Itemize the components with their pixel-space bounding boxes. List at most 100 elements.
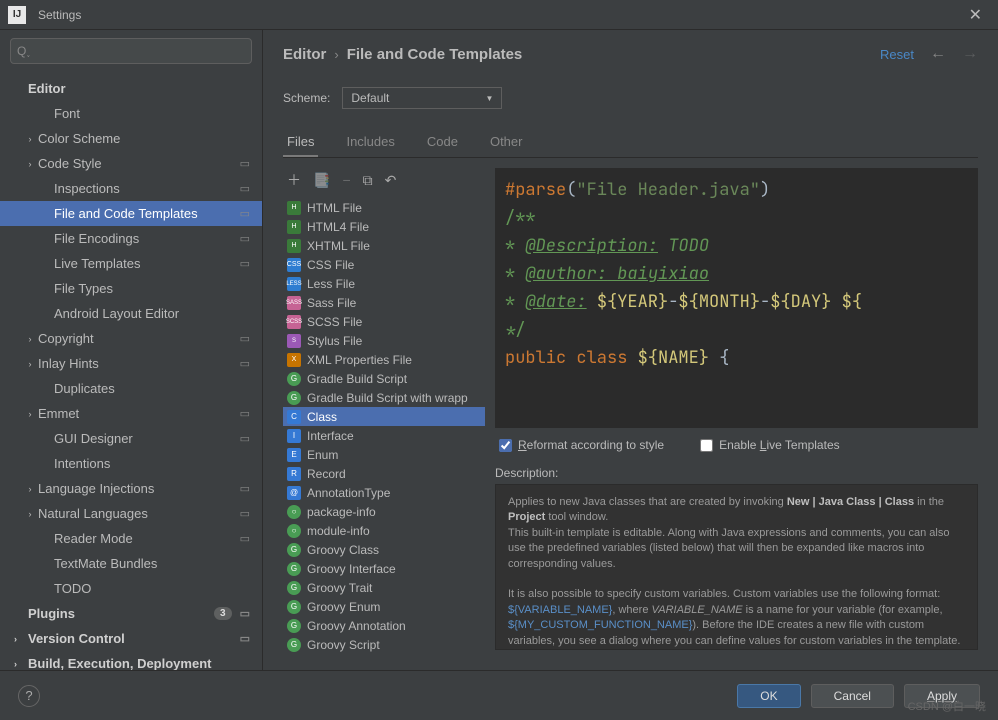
add-icon[interactable]: ＋ xyxy=(287,170,301,190)
template-list[interactable]: HHTML FileHHTML4 FileHXHTML FileCSSCSS F… xyxy=(283,198,485,670)
tree-item-natural-languages[interactable]: ›Natural Languages▭ xyxy=(0,501,262,526)
disk-icon: ▭ xyxy=(240,157,250,170)
watermark: CSDN @白一晓 xyxy=(908,698,986,714)
tree-header-build-execution-deployment[interactable]: ›Build, Execution, Deployment xyxy=(0,651,262,670)
file-type-icon: ○ xyxy=(287,524,301,538)
tree-item-duplicates[interactable]: Duplicates xyxy=(0,376,262,401)
breadcrumb-root[interactable]: Editor xyxy=(283,46,326,63)
tree-item-copyright[interactable]: ›Copyright▭ xyxy=(0,326,262,351)
tree-item-file-types[interactable]: File Types xyxy=(0,276,262,301)
file-groovy-trait[interactable]: GGroovy Trait xyxy=(283,578,485,597)
tab-code[interactable]: Code xyxy=(423,128,462,157)
disk-icon: ▭ xyxy=(240,232,250,245)
disk-icon: ▭ xyxy=(240,407,250,420)
tree-item-inspections[interactable]: Inspections▭ xyxy=(0,176,262,201)
file-type-icon: CSS xyxy=(287,258,301,272)
tree-header-version-control[interactable]: ›Version Control▭ xyxy=(0,626,262,651)
file-module-info[interactable]: ○module-info xyxy=(283,521,485,540)
settings-sidebar: Q˯ Editor Font›Color Scheme›Code Style▭I… xyxy=(0,30,263,670)
breadcrumb-current: File and Code Templates xyxy=(347,46,523,63)
tree-item-file-and-code-templates[interactable]: File and Code Templates▭ xyxy=(0,201,262,226)
tree-header-editor[interactable]: Editor xyxy=(0,76,262,101)
tree-item-todo[interactable]: TODO xyxy=(0,576,262,601)
settings-content: Editor › File and Code Templates Reset ←… xyxy=(263,30,998,670)
file-interface[interactable]: IInterface xyxy=(283,426,485,445)
file-type-icon: S xyxy=(287,334,301,348)
file-type-icon: X xyxy=(287,353,301,367)
file-type-icon: I xyxy=(287,429,301,443)
file-type-icon: G xyxy=(287,619,301,633)
reformat-checkbox[interactable]: Reformat according to style xyxy=(499,438,664,452)
file-groovy-annotation[interactable]: GGroovy Annotation xyxy=(283,616,485,635)
nav-back-icon[interactable]: ← xyxy=(930,45,946,63)
disk-icon: ▭ xyxy=(240,507,250,520)
tab-files[interactable]: Files xyxy=(283,128,318,157)
file-xml-properties-file[interactable]: XXML Properties File xyxy=(283,350,485,369)
template-editor[interactable]: #parse("File Header.java") /** * @Descri… xyxy=(495,168,978,428)
undo-icon[interactable]: ↶ xyxy=(385,172,397,189)
cancel-button[interactable]: Cancel xyxy=(811,684,894,708)
tree-item-intentions[interactable]: Intentions xyxy=(0,451,262,476)
tab-other[interactable]: Other xyxy=(486,128,527,157)
file-enum[interactable]: EEnum xyxy=(283,445,485,464)
file-groovy-interface[interactable]: GGroovy Interface xyxy=(283,559,485,578)
disk-icon: ▭ xyxy=(240,357,250,370)
file-class[interactable]: CClass xyxy=(283,407,485,426)
app-icon: IJ xyxy=(8,6,26,24)
file-html-file[interactable]: HHTML File xyxy=(283,198,485,217)
nav-forward-icon: → xyxy=(962,45,978,63)
tree-item-emmet[interactable]: ›Emmet▭ xyxy=(0,401,262,426)
close-icon[interactable]: ✕ xyxy=(961,5,990,25)
breadcrumb-sep: › xyxy=(334,47,338,62)
file-gradle-build-script[interactable]: GGradle Build Script xyxy=(283,369,485,388)
file-type-icon: E xyxy=(287,448,301,462)
file-gradle-build-script-with-wrapp[interactable]: GGradle Build Script with wrapp xyxy=(283,388,485,407)
file-type-icon: G xyxy=(287,600,301,614)
file-groovy-script[interactable]: GGroovy Script xyxy=(283,635,485,654)
ok-button[interactable]: OK xyxy=(737,684,800,708)
help-icon[interactable]: ? xyxy=(18,685,40,707)
tree-item-font[interactable]: Font xyxy=(0,101,262,126)
file-annotationtype[interactable]: @AnnotationType xyxy=(283,483,485,502)
tree-item-inlay-hints[interactable]: ›Inlay Hints▭ xyxy=(0,351,262,376)
live-templates-checkbox[interactable]: Enable Live Templates xyxy=(700,438,840,452)
tree-item-reader-mode[interactable]: Reader Mode▭ xyxy=(0,526,262,551)
search-input[interactable] xyxy=(34,44,245,58)
file-less-file[interactable]: LESSLess File xyxy=(283,274,485,293)
disk-icon: ▭ xyxy=(240,532,250,545)
file-package-info[interactable]: ○package-info xyxy=(283,502,485,521)
tree-item-language-injections[interactable]: ›Language Injections▭ xyxy=(0,476,262,501)
scheme-dropdown[interactable]: Default ▼ xyxy=(342,87,502,109)
file-type-icon: H xyxy=(287,220,301,234)
search-box[interactable]: Q˯ xyxy=(10,38,252,64)
tree-item-gui-designer[interactable]: GUI Designer▭ xyxy=(0,426,262,451)
file-type-icon: H xyxy=(287,201,301,215)
tree-item-textmate-bundles[interactable]: TextMate Bundles xyxy=(0,551,262,576)
tree-item-live-templates[interactable]: Live Templates▭ xyxy=(0,251,262,276)
file-groovy-enum[interactable]: GGroovy Enum xyxy=(283,597,485,616)
tree-item-color-scheme[interactable]: ›Color Scheme xyxy=(0,126,262,151)
file-type-icon: ○ xyxy=(287,505,301,519)
file-stylus-file[interactable]: SStylus File xyxy=(283,331,485,350)
file-scss-file[interactable]: SCSSSCSS File xyxy=(283,312,485,331)
file-type-icon: @ xyxy=(287,486,301,500)
tree-item-code-style[interactable]: ›Code Style▭ xyxy=(0,151,262,176)
chevron-down-icon: ▼ xyxy=(485,94,493,103)
file-groovy-class[interactable]: GGroovy Class xyxy=(283,540,485,559)
disk-icon: ▭ xyxy=(240,182,250,195)
file-sass-file[interactable]: SASSSass File xyxy=(283,293,485,312)
copy-icon[interactable]: ⧉ xyxy=(363,172,373,189)
tree-header-plugins[interactable]: Plugins3▭ xyxy=(0,601,262,626)
remove-icon: − xyxy=(342,172,350,188)
tab-includes[interactable]: Includes xyxy=(342,128,398,157)
file-type-icon: G xyxy=(287,638,301,652)
reset-link[interactable]: Reset xyxy=(880,47,914,62)
tree-item-android-layout-editor[interactable]: Android Layout Editor xyxy=(0,301,262,326)
file-type-icon: R xyxy=(287,467,301,481)
file-record[interactable]: RRecord xyxy=(283,464,485,483)
file-css-file[interactable]: CSSCSS File xyxy=(283,255,485,274)
file-type-icon: G xyxy=(287,562,301,576)
file-html4-file[interactable]: HHTML4 File xyxy=(283,217,485,236)
tree-item-file-encodings[interactable]: File Encodings▭ xyxy=(0,226,262,251)
file-xhtml-file[interactable]: HXHTML File xyxy=(283,236,485,255)
